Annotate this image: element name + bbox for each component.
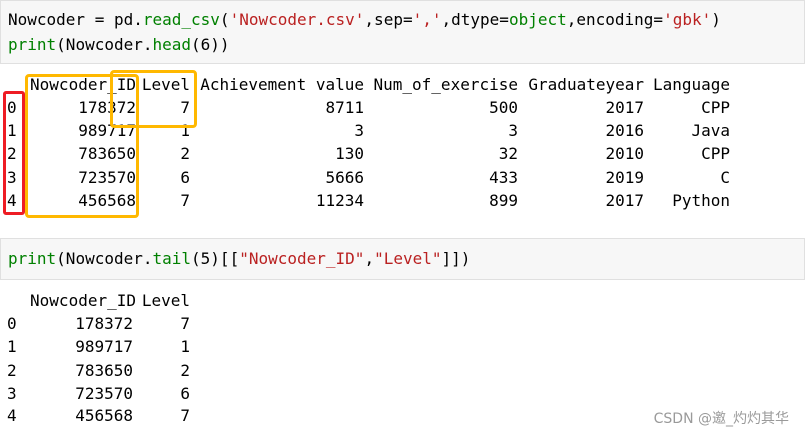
code-token: object — [508, 10, 567, 29]
table-cell: Java — [691, 121, 730, 140]
table-cell: 6 — [180, 168, 190, 187]
code-cell-1[interactable]: Nowcoder = pd.read_csv('Nowcoder.csv',se… — [0, 0, 805, 64]
code-token: print — [8, 249, 57, 268]
table-cell: 2019 — [605, 168, 644, 187]
table-cell: 178372 — [78, 98, 136, 117]
table-cell: 456568 — [75, 406, 133, 425]
table-cell: Python — [672, 191, 730, 210]
table-cell: 433 — [489, 168, 518, 187]
code-token: (6)) — [191, 35, 230, 54]
code-token: , — [364, 249, 375, 268]
table-cell: 3 — [508, 121, 518, 140]
column-header: Nowcoder_ID — [30, 75, 136, 94]
code-token: ) — [711, 10, 721, 29]
table-cell: 11234 — [315, 191, 364, 210]
table-cell: 7 — [180, 191, 190, 210]
table-cell: 456568 — [78, 191, 136, 210]
table-cell: C — [720, 168, 730, 187]
table-cell: 7 — [180, 314, 190, 333]
row-index: 2 — [7, 361, 17, 380]
row-index: 3 — [7, 168, 17, 187]
code-token: (Nowcoder. — [56, 35, 153, 54]
table-cell: 6 — [180, 384, 190, 403]
table-cell: 7 — [180, 98, 190, 117]
code-token: (Nowcoder. — [56, 249, 153, 268]
table-cell: 1 — [180, 121, 190, 140]
table-cell: 2010 — [605, 144, 644, 163]
code-token: ]]) — [441, 249, 471, 268]
table-cell: CPP — [701, 98, 730, 117]
row-index: 4 — [7, 191, 17, 210]
table-cell: 7 — [180, 406, 190, 425]
column-header: Nowcoder_ID — [30, 291, 136, 310]
table-cell: 178372 — [75, 314, 133, 333]
column-header: Level — [141, 291, 190, 310]
code-line-2: print(Nowcoder.head(6)) — [8, 35, 230, 55]
code-token: head — [152, 35, 192, 54]
code-line-3: print(Nowcoder.tail(5)[["Nowcoder_ID","L… — [8, 249, 470, 269]
code-token: (5)[[ — [191, 249, 240, 268]
code-token: print — [8, 35, 57, 54]
row-index: 0 — [7, 314, 17, 333]
code-token: "Level" — [374, 249, 442, 268]
code-token: ',' — [412, 10, 442, 29]
table-cell: 32 — [498, 144, 518, 163]
code-token: Nowcoder — [8, 10, 86, 29]
table-cell: 5666 — [325, 168, 364, 187]
code-token: read_csv — [142, 10, 220, 29]
code-token: 'Nowcoder.csv' — [229, 10, 365, 29]
table-cell: 2 — [180, 361, 190, 380]
table-cell: 2017 — [605, 98, 644, 117]
table-cell: 500 — [489, 98, 518, 117]
row-index: 1 — [7, 337, 17, 356]
row-index: 1 — [7, 121, 17, 140]
code-token: "Nowcoder_ID" — [239, 249, 365, 268]
code-token: ,sep= — [364, 10, 413, 29]
table-cell: 899 — [489, 191, 518, 210]
table-cell: 1 — [180, 337, 190, 356]
code-token: = pd. — [85, 10, 143, 29]
code-line-1: Nowcoder = pd.read_csv('Nowcoder.csv',se… — [8, 10, 721, 30]
code-cell-2[interactable]: print(Nowcoder.tail(5)[["Nowcoder_ID","L… — [0, 238, 805, 280]
code-token: 'gbk' — [663, 10, 712, 29]
code-token: ,dtype= — [441, 10, 509, 29]
row-index: 0 — [7, 98, 17, 117]
csdn-watermark: CSDN @邀_灼灼其华 — [653, 411, 789, 427]
row-index: 4 — [7, 406, 17, 425]
column-header: Graduateyear — [528, 75, 644, 94]
code-token: tail — [152, 249, 192, 268]
table-cell: 8711 — [325, 98, 364, 117]
column-header: Language — [652, 75, 730, 94]
table-cell: 2 — [180, 144, 190, 163]
table-cell: 989717 — [75, 337, 133, 356]
table-cell: 2017 — [605, 191, 644, 210]
table-cell: 989717 — [78, 121, 136, 140]
table-cell: 783650 — [78, 144, 136, 163]
table-cell: 723570 — [75, 384, 133, 403]
column-header: Achievement value — [200, 75, 364, 94]
row-index: 2 — [7, 144, 17, 163]
code-token: ( — [219, 10, 230, 29]
table-cell: 783650 — [75, 361, 133, 380]
column-header: Num_of_exercise — [373, 75, 519, 94]
table-cell: 2016 — [605, 121, 644, 140]
table-cell: 3 — [354, 121, 364, 140]
code-token: ,encoding= — [566, 10, 664, 29]
column-header: Level — [141, 75, 190, 94]
table-cell: CPP — [701, 144, 730, 163]
table-cell: 130 — [335, 144, 364, 163]
row-index: 3 — [7, 384, 17, 403]
table-cell: 723570 — [78, 168, 136, 187]
